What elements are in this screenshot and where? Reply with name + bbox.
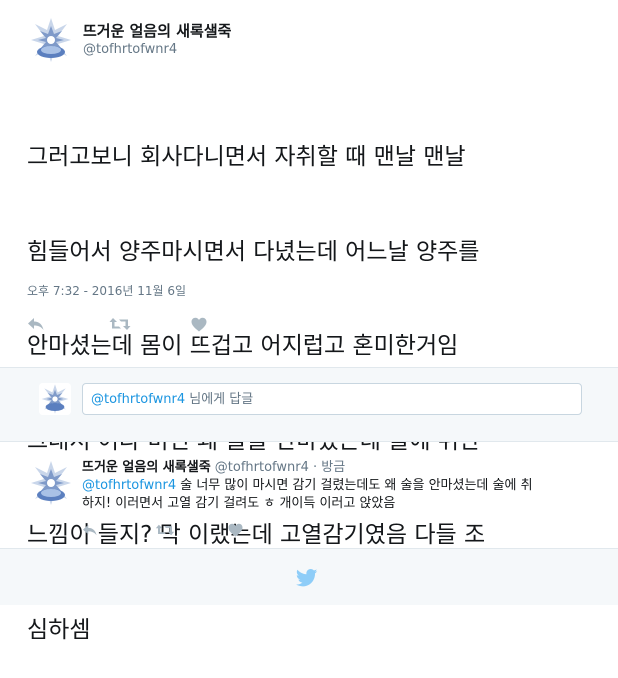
reply-time[interactable]: · 방금 xyxy=(313,460,345,475)
like-icon[interactable] xyxy=(228,522,243,541)
reply-text-line: 하지! 이러면서 고열 감기 걸려도 ㅎ 개이득 이러고 앉았음 xyxy=(82,496,396,511)
tweet-text-line: 심하셈 xyxy=(27,616,91,643)
retweet-icon[interactable] xyxy=(155,522,228,541)
footer xyxy=(0,548,618,605)
reply-text: @tofhrtofwnr4 술 너무 많이 마시면 감기 걸렸는데도 왜 술을 … xyxy=(82,477,592,513)
reply-placeholder: 님에게 답글 xyxy=(185,392,254,407)
reply-input[interactable]: @tofhrtofwnr4 님에게 답글 xyxy=(82,383,582,415)
reply-author-name[interactable]: 뜨거운 얼음의 새록샐죽 xyxy=(82,460,211,475)
reply-actions xyxy=(82,522,243,541)
avatar[interactable] xyxy=(27,459,75,507)
tweet-text-line: 그러고보니 회사다니면서 자취할 때 맨날 맨날 xyxy=(27,144,466,170)
tweet-timestamp[interactable]: 오후 7:32 - 2016년 11월 6일 xyxy=(27,282,186,299)
reply-text-mention[interactable]: @tofhrtofwnr4 xyxy=(82,478,176,493)
tweet-text-line: 힘들어서 양주마시면서 다녔는데 어느날 양주를 xyxy=(27,238,480,265)
reply-composer: @tofhrtofwnr4 님에게 답글 xyxy=(0,367,618,442)
reply-header: 뜨거운 얼음의 새록샐죽 @tofhrtofwnr4 · 방금 xyxy=(82,456,345,475)
author-handle[interactable]: @tofhrtofwnr4 xyxy=(83,42,177,57)
avatar xyxy=(39,383,71,415)
reply-icon[interactable] xyxy=(82,522,155,541)
reply-icon[interactable] xyxy=(27,316,109,336)
tweet-actions xyxy=(27,316,207,336)
avatar[interactable] xyxy=(27,16,75,64)
reply-mention: @tofhrtofwnr4 xyxy=(91,392,186,407)
twitter-bird-icon xyxy=(295,569,318,591)
reply-author-handle[interactable]: @tofhrtofwnr4 xyxy=(215,460,309,475)
avatar-image xyxy=(39,383,71,415)
retweet-icon[interactable] xyxy=(109,316,191,336)
like-icon[interactable] xyxy=(191,317,207,336)
reply-text-line: 술 너무 많이 마시면 감기 걸렸는데도 왜 술을 안마셨는데 술에 취 xyxy=(176,478,533,493)
author-name[interactable]: 뜨거운 얼음의 새록샐죽 xyxy=(83,20,231,41)
avatar-image xyxy=(27,459,75,507)
avatar-image xyxy=(27,16,75,64)
